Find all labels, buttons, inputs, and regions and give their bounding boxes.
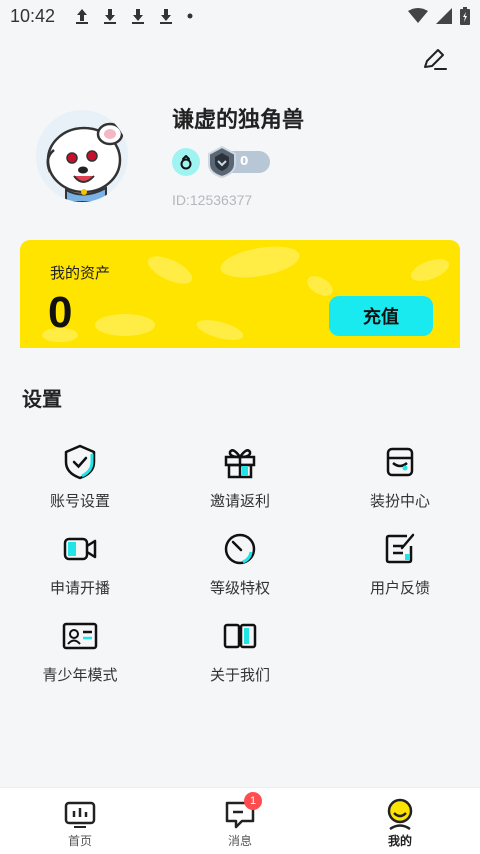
user-feedback-item[interactable]: 用户反馈: [320, 531, 480, 598]
about-us-item[interactable]: 关于我们: [160, 618, 320, 685]
settings-title: 设置: [22, 387, 62, 411]
book-icon: [222, 618, 258, 654]
level-shield-icon: [208, 146, 236, 178]
grid-label: 申请开播: [49, 579, 110, 597]
grid-label: 等级特权: [209, 579, 270, 597]
apply-live-item[interactable]: 申请开播: [0, 531, 160, 598]
gauge-icon: [222, 531, 258, 567]
message-icon: 1: [222, 792, 262, 830]
asset-label: 我的资产: [50, 264, 111, 282]
asset-card: 我的资产 0 充值: [20, 240, 460, 348]
user-id: ID:12536377: [172, 192, 253, 208]
gender-badge: [172, 148, 200, 176]
battery-icon: [460, 7, 470, 25]
unread-badge: 1: [244, 792, 262, 810]
recharge-button[interactable]: 充值: [329, 296, 433, 336]
dot-icon: [187, 13, 193, 19]
invite-rebate-item[interactable]: 邀请返利: [160, 444, 320, 511]
grid-label: 关于我们: [209, 666, 270, 684]
level-privilege-item[interactable]: 等级特权: [160, 531, 320, 598]
status-time: 10:42: [10, 5, 56, 26]
tab-mine[interactable]: 我的: [320, 788, 480, 854]
download-icon: [104, 9, 117, 24]
teen-mode-item[interactable]: 青少年模式: [0, 618, 160, 685]
profile-smile-icon: [382, 798, 418, 830]
status-bar: 10:42: [0, 0, 480, 32]
feedback-edit-icon: [382, 531, 418, 567]
grid-label: 装扮中心: [369, 492, 430, 510]
id-card-icon: [62, 618, 98, 654]
wifi-icon: [408, 8, 428, 23]
level-number: 0: [240, 154, 249, 168]
gift-icon: [222, 444, 258, 480]
video-camera-icon: [62, 531, 98, 567]
avatar-image: [36, 110, 128, 202]
avatar[interactable]: [36, 110, 128, 202]
tab-label: 我的: [387, 834, 412, 848]
edit-profile-button[interactable]: [418, 44, 450, 76]
grid-label: 账号设置: [49, 492, 110, 510]
tab-label: 消息: [227, 834, 252, 848]
bottom-tab-bar: 首页 1 消息 我的: [0, 787, 480, 854]
home-chart-icon: [62, 798, 98, 830]
grid-label: 用户反馈: [369, 579, 430, 597]
download-icon: [160, 9, 173, 24]
tab-messages[interactable]: 1 消息: [160, 788, 320, 854]
shield-check-icon: [62, 444, 98, 480]
download-icon: [132, 9, 145, 24]
account-settings-item[interactable]: 账号设置: [0, 444, 160, 511]
asset-value: 0: [48, 288, 73, 337]
dress-up-center-item[interactable]: 装扮中心: [320, 444, 480, 511]
signal-icon: [436, 8, 452, 24]
upload-icon: [76, 9, 89, 24]
wardrobe-icon: [382, 444, 418, 480]
grid-label: 邀请返利: [209, 492, 270, 510]
tab-label: 首页: [67, 834, 92, 848]
male-icon: [180, 155, 192, 170]
grid-label: 青少年模式: [42, 666, 118, 684]
edit-icon: [424, 49, 447, 70]
tab-home[interactable]: 首页: [0, 788, 160, 854]
username: 谦虚的独角兽: [172, 108, 305, 133]
